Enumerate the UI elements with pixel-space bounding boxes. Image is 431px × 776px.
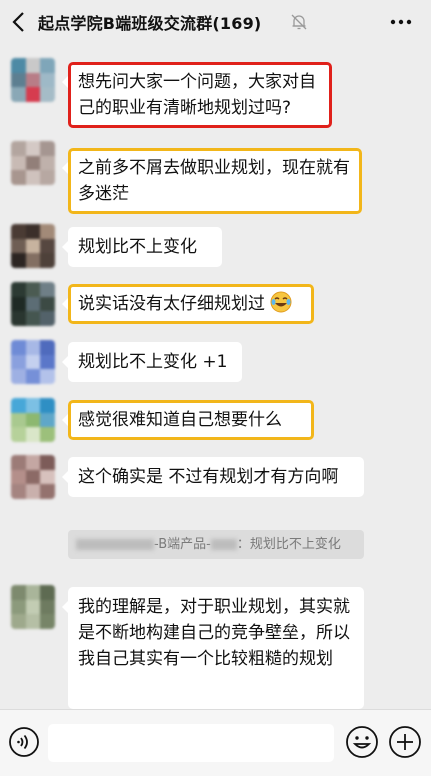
mute-bell-icon xyxy=(291,14,307,30)
avatar[interactable] xyxy=(11,282,55,326)
message-bubble[interactable]: 说实话没有太仔细规划过 xyxy=(62,284,314,324)
laughing-tears-emoji-icon xyxy=(270,291,292,313)
message-input[interactable] xyxy=(48,724,334,762)
blurred-name xyxy=(210,539,237,550)
back-icon[interactable] xyxy=(8,8,32,36)
avatar[interactable] xyxy=(11,398,55,442)
emoji-icon[interactable] xyxy=(345,725,379,759)
avatar[interactable] xyxy=(11,585,55,629)
quote-group: -B端产品- xyxy=(154,537,211,552)
message-text: 说实话没有太仔细规划过 xyxy=(78,294,265,314)
avatar[interactable] xyxy=(11,141,55,185)
message-bubble[interactable]: 规划比不上变化 +1 xyxy=(62,342,242,382)
plus-icon[interactable] xyxy=(388,725,422,759)
message-bubble[interactable]: 感觉很难知道自己想要什么 xyxy=(62,400,314,440)
avatar[interactable] xyxy=(11,224,55,268)
input-bar xyxy=(0,709,431,776)
voice-icon[interactable] xyxy=(8,726,40,758)
avatar[interactable] xyxy=(11,58,55,102)
blurred-name xyxy=(76,539,154,550)
more-icon[interactable] xyxy=(389,12,413,32)
avatar[interactable] xyxy=(11,340,55,384)
quoted-message[interactable]: -B端产品- ：规划比不上变化 xyxy=(68,530,364,559)
message-bubble[interactable]: 规划比不上变化 xyxy=(62,227,222,267)
message-list[interactable]: 想先问大家一个问题，大家对自己的职业有清晰地规划过吗? 之前多不屑去做职业规划，… xyxy=(0,44,431,709)
avatar[interactable] xyxy=(11,455,55,499)
quote-text: ：规划比不上变化 xyxy=(236,537,341,552)
message-bubble[interactable]: 我的理解是，对于职业规划，其实就是不断地构建自己的竞争壁垒，所以我自己其实有一个… xyxy=(62,587,364,709)
message-bubble[interactable]: 之前多不屑去做职业规划，现在就有多迷茫 xyxy=(62,148,362,214)
page-title: 起点学院B端班级交流群(169) xyxy=(38,14,262,33)
message-bubble[interactable]: 想先问大家一个问题，大家对自己的职业有清晰地规划过吗? xyxy=(62,62,332,128)
message-bubble[interactable]: 这个确实是 不过有规划才有方向啊 xyxy=(62,457,364,497)
chat-header: 起点学院B端班级交流群(169) xyxy=(0,0,431,44)
